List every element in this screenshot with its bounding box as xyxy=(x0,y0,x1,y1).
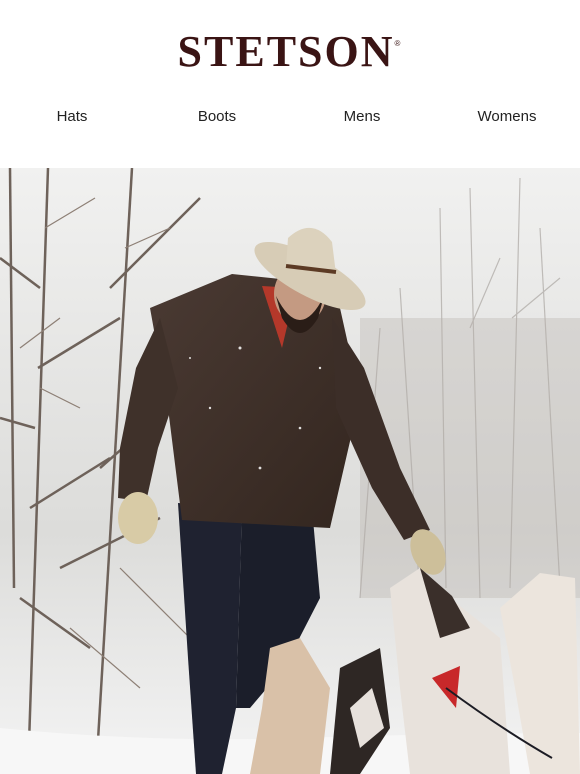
main-nav: Hats Boots Mens Womens xyxy=(0,108,580,128)
registered-mark: ® xyxy=(394,39,403,49)
stetson-logo[interactable]: STETSON® xyxy=(0,26,580,77)
nav-link-boots[interactable]: Boots xyxy=(198,108,236,125)
email-header: STETSON® Hats Boots Mens Womens xyxy=(0,0,580,168)
nav-link-mens[interactable]: Mens xyxy=(344,108,381,125)
hero-illustration xyxy=(0,168,580,774)
nav-link-womens[interactable]: Womens xyxy=(478,108,537,125)
nav-link-hats[interactable]: Hats xyxy=(57,108,88,125)
hero-image[interactable] xyxy=(0,168,580,774)
brand-name: STETSON xyxy=(177,27,395,76)
